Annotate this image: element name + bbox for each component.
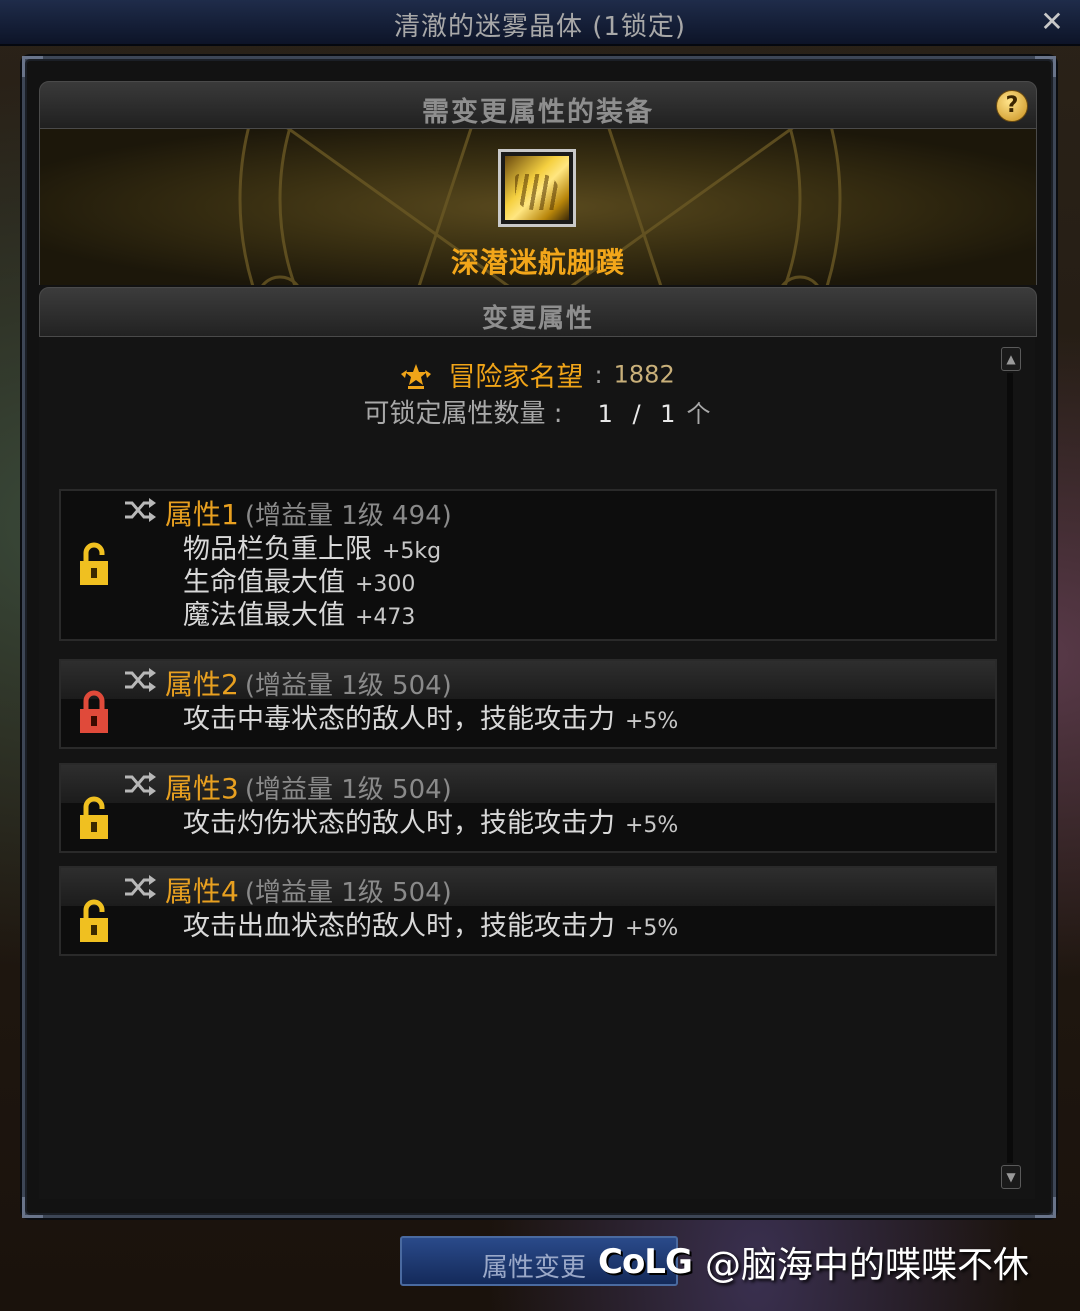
equipment-name: 深潜迷航脚蹼 bbox=[450, 246, 625, 279]
attribute-title: 属性4 (增益量 1级 504) bbox=[165, 870, 452, 910]
shuffle-icon[interactable] bbox=[123, 497, 157, 523]
attribute-lines: 攻击灼伤状态的敌人时，技能攻击力 +5% bbox=[61, 803, 995, 840]
attribute-list-panel: 冒险家名望 : 1882 可锁定属性数量 : 1 / 1 个 属性1 (增益量 1… bbox=[39, 337, 1035, 1199]
fame-label: 冒险家名望 bbox=[448, 362, 584, 393]
attribute-header: 属性4 (增益量 1级 504) bbox=[61, 868, 995, 908]
attribute-line: 生命值最大值 +300 bbox=[183, 566, 995, 599]
attribute-header: 属性2 (增益量 1级 504) bbox=[61, 661, 995, 701]
attribute-block-2: 属性2 (增益量 1级 504) 攻击中毒状态的敌人时，技能攻击力 +5% bbox=[59, 659, 997, 749]
equipment-section-title: 需变更属性的装备 bbox=[422, 97, 654, 128]
svg-text:H: H bbox=[825, 282, 851, 285]
crystal-dialog: 需变更属性的装备 ? H 深潜迷航脚蹼 变更属性 bbox=[22, 56, 1056, 1218]
line-value: +5% bbox=[625, 709, 679, 734]
scroll-down-icon[interactable]: ▼ bbox=[1001, 1165, 1021, 1189]
frame-corner bbox=[1035, 1197, 1056, 1218]
attribute-block-1: 属性1 (增益量 1级 494) 物品栏负重上限 +5kg 生命值最大值 +300 魔… bbox=[59, 489, 997, 641]
scroll-up-icon[interactable]: ▲ bbox=[1001, 347, 1021, 371]
watermark-logo: CoLG bbox=[598, 1242, 693, 1282]
attribute-detail: (增益量 1级 504) bbox=[244, 671, 452, 701]
attribute-line: 魔法值最大值 +473 bbox=[183, 599, 995, 632]
line-text: 生命值最大值 bbox=[183, 567, 345, 598]
line-text: 物品栏负重上限 bbox=[183, 534, 372, 565]
line-text: 魔法值最大值 bbox=[183, 600, 345, 631]
close-icon[interactable]: ✕ bbox=[1038, 8, 1066, 36]
lock-count-row: 可锁定属性数量 : 1 / 1 个 bbox=[39, 393, 1035, 430]
attribute-block-4: 属性4 (增益量 1级 504) 攻击出血状态的敌人时，技能攻击力 +5% bbox=[59, 866, 997, 956]
frame-corner bbox=[22, 56, 43, 77]
frame-corner bbox=[1035, 56, 1056, 77]
help-icon[interactable]: ? bbox=[996, 90, 1028, 122]
attribute-block-3: 属性3 (增益量 1级 504) 攻击灼伤状态的敌人时，技能攻击力 +5% bbox=[59, 763, 997, 853]
watermark-user: @脑海中的喋喋不休 bbox=[704, 1245, 1029, 1286]
attribute-detail: (增益量 1级 504) bbox=[244, 878, 452, 908]
attribute-name: 属性3 bbox=[165, 772, 239, 805]
change-section-title: 变更属性 bbox=[481, 304, 594, 334]
shuffle-icon[interactable] bbox=[123, 874, 157, 900]
watermark: CoLG @脑海中的喋喋不休 bbox=[598, 1236, 1029, 1292]
fame-emblem-icon bbox=[401, 363, 432, 389]
attribute-line: 物品栏负重上限 +5kg bbox=[183, 533, 995, 566]
line-value: +5% bbox=[625, 813, 679, 838]
change-section-header: 变更属性 bbox=[39, 287, 1037, 337]
attribute-change-label: 属性变更 bbox=[482, 1253, 587, 1283]
title-bar: 清澈的迷雾晶体 (1锁定) ✕ bbox=[0, 0, 1080, 46]
line-text: 攻击出血状态的敌人时，技能攻击力 bbox=[183, 911, 615, 942]
shuffle-icon[interactable] bbox=[123, 771, 157, 797]
attribute-header: 属性1 (增益量 1级 494) bbox=[61, 491, 995, 531]
shuffle-icon[interactable] bbox=[123, 667, 157, 693]
attribute-line: 攻击出血状态的敌人时，技能攻击力 +5% bbox=[183, 910, 995, 943]
attribute-line: 攻击灼伤状态的敌人时，技能攻击力 +5% bbox=[183, 807, 995, 840]
flipper-icon bbox=[505, 156, 569, 220]
attribute-title: 属性2 (增益量 1级 504) bbox=[165, 663, 452, 703]
line-value: +300 bbox=[355, 572, 416, 597]
lock-count-unit: 个 bbox=[686, 400, 711, 428]
line-text: 攻击中毒状态的敌人时，技能攻击力 bbox=[183, 704, 615, 735]
attribute-line: 攻击中毒状态的敌人时，技能攻击力 +5% bbox=[183, 703, 995, 736]
attribute-name: 属性4 bbox=[165, 875, 239, 908]
line-text: 攻击灼伤状态的敌人时，技能攻击力 bbox=[183, 808, 615, 839]
fame-value: 1882 bbox=[613, 360, 675, 389]
attribute-lines: 攻击中毒状态的敌人时，技能攻击力 +5% bbox=[61, 699, 995, 736]
equipment-section-header: 需变更属性的装备 ? bbox=[39, 81, 1037, 129]
attribute-title: 属性3 (增益量 1级 504) bbox=[165, 767, 452, 807]
scrollbar[interactable]: ▲ ▼ bbox=[1001, 347, 1021, 1189]
attribute-name: 属性1 bbox=[165, 498, 239, 531]
attribute-title: 属性1 (增益量 1级 494) bbox=[165, 493, 452, 533]
attribute-detail: (增益量 1级 494) bbox=[244, 501, 452, 531]
equipment-slot[interactable] bbox=[498, 149, 576, 227]
line-value: +5kg bbox=[382, 539, 442, 564]
line-value: +473 bbox=[355, 605, 416, 630]
equipment-display: H 深潜迷航脚蹼 bbox=[39, 129, 1037, 285]
attribute-lines: 物品栏负重上限 +5kg 生命值最大值 +300 魔法值最大值 +473 bbox=[61, 529, 995, 632]
attribute-name: 属性2 bbox=[165, 668, 239, 701]
line-value: +5% bbox=[625, 916, 679, 941]
attribute-detail: (增益量 1级 504) bbox=[244, 775, 452, 805]
attribute-lines: 攻击出血状态的敌人时，技能攻击力 +5% bbox=[61, 906, 995, 943]
frame-corner bbox=[22, 1197, 43, 1218]
fame-colon: : bbox=[594, 360, 603, 389]
lock-count-value: 1 / 1 bbox=[597, 400, 682, 428]
attribute-header: 属性3 (增益量 1级 504) bbox=[61, 765, 995, 805]
scroll-track[interactable] bbox=[1007, 373, 1013, 1163]
lock-count-label: 可锁定属性数量 : bbox=[363, 399, 563, 429]
window-title: 清澈的迷雾晶体 (1锁定) bbox=[393, 12, 687, 42]
fame-row: 冒险家名望 : 1882 bbox=[39, 355, 1035, 393]
